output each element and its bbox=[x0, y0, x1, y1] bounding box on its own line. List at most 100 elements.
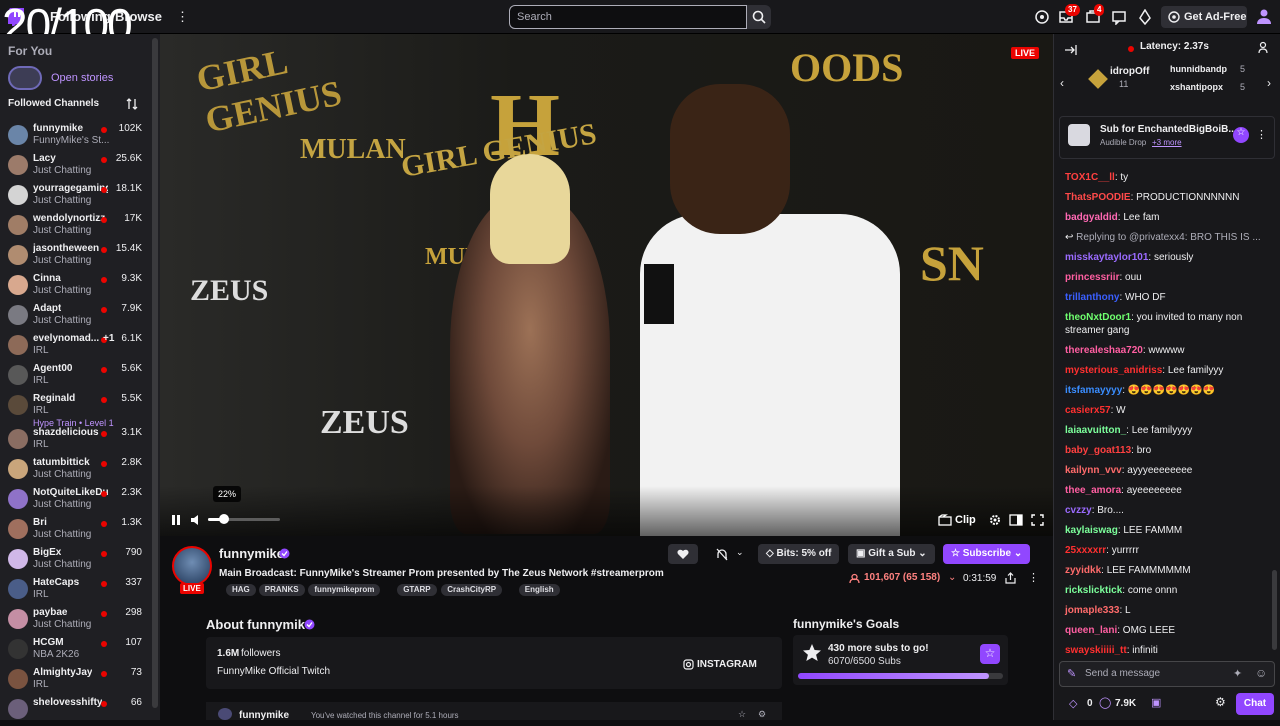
sidebar-channel-funnymike[interactable]: funnymike FunnyMike's St... 102K bbox=[8, 122, 154, 152]
clip-icon[interactable] bbox=[938, 514, 952, 526]
theatre-mode-icon[interactable] bbox=[1009, 514, 1023, 526]
sidebar-channel-paybae[interactable]: paybae Just Chatting 298 bbox=[8, 606, 154, 636]
volume-knob[interactable] bbox=[218, 514, 229, 524]
sidebar-channel-wendolynortizz[interactable]: wendolynortizz Just Chatting 17K bbox=[8, 212, 154, 242]
pause-icon[interactable] bbox=[170, 513, 182, 527]
subscribe-button[interactable]: ☆ Subscribe ⌄ bbox=[943, 544, 1031, 564]
sidebar-channel-tatumbittick[interactable]: tatumbittick Just Chatting 2.8K bbox=[8, 456, 154, 486]
chevron-left-icon[interactable]: ‹ bbox=[1060, 76, 1064, 90]
chat-username[interactable]: thee_amora bbox=[1065, 485, 1121, 496]
volume-icon[interactable] bbox=[190, 513, 204, 527]
sidebar-channel-cinna[interactable]: Cinna Just Chatting 9.3K bbox=[8, 272, 154, 302]
follow-button[interactable] bbox=[668, 544, 698, 564]
bits-button[interactable]: ◇ Bits: 5% off bbox=[758, 544, 840, 564]
chat-username[interactable]: TOX1C__ll bbox=[1065, 172, 1115, 183]
chat-username[interactable]: queen_lani bbox=[1065, 625, 1117, 636]
emote-icon[interactable]: ☺ bbox=[1255, 666, 1267, 680]
chat-username[interactable]: rickslicktick bbox=[1065, 585, 1122, 596]
settings-gear-icon[interactable] bbox=[988, 513, 1002, 527]
tag-gtarp[interactable]: GTARP bbox=[397, 584, 437, 596]
goal-subscribe-icon[interactable]: ☆ bbox=[980, 644, 1000, 664]
chat-username[interactable]: mysterious_anidriss bbox=[1065, 365, 1162, 376]
user-avatar-icon[interactable] bbox=[1256, 8, 1272, 24]
collapse-chat-icon[interactable] bbox=[1064, 44, 1077, 56]
star-icon[interactable]: ☆ bbox=[1233, 127, 1249, 143]
chat-username[interactable]: kaylaiswag bbox=[1065, 525, 1118, 536]
chat-input[interactable]: Send a message bbox=[1059, 661, 1275, 687]
more-options-icon[interactable]: ⋮ bbox=[1028, 571, 1039, 584]
channel-name[interactable]: funnymike bbox=[219, 546, 284, 561]
chat-username[interactable]: kailynn_vvv bbox=[1065, 465, 1122, 476]
stories-avatars[interactable] bbox=[8, 66, 42, 90]
star-icon[interactable]: ☆ bbox=[738, 709, 746, 720]
more-menu-icon[interactable]: ⋮ bbox=[176, 9, 189, 25]
chat-username[interactable]: theoNxtDoor1 bbox=[1065, 312, 1131, 323]
chat-scrollbar[interactable] bbox=[1272, 570, 1277, 650]
chat-username[interactable]: princessriir bbox=[1065, 272, 1119, 283]
notifications-toggle[interactable]: ⌄ bbox=[706, 544, 751, 564]
chat-settings-icon[interactable]: ⚙ bbox=[1215, 695, 1226, 709]
chat-username[interactable]: misskaytaylor101 bbox=[1065, 252, 1148, 263]
chat-username[interactable]: cvzzy bbox=[1065, 505, 1092, 516]
sidebar-channel-hcgm[interactable]: HCGM NBA 2K26 107 bbox=[8, 636, 154, 666]
bits-icon[interactable] bbox=[1137, 9, 1153, 25]
search-button[interactable] bbox=[747, 5, 771, 29]
sidebar-channel-reginald[interactable]: Reginald IRL 5.5K Hype Train • Level 1 bbox=[8, 392, 154, 428]
chat-username[interactable]: laiaavuitton_ bbox=[1065, 425, 1126, 436]
sidebar-channel-shazdelicious[interactable]: shazdelicious IRL 3.1K bbox=[8, 426, 154, 456]
chat-username[interactable]: trillanthony bbox=[1065, 292, 1119, 303]
chat-username[interactable]: baby_goat113 bbox=[1065, 445, 1131, 456]
open-stories-link[interactable]: Open stories bbox=[51, 72, 113, 84]
prime-icon[interactable] bbox=[1034, 9, 1050, 25]
chevron-down-icon[interactable]: ⌄ bbox=[948, 572, 956, 583]
sub-gift-more-link[interactable]: +3 more bbox=[1152, 138, 1182, 147]
chat-username[interactable]: swayskiiiii_tt bbox=[1065, 645, 1127, 656]
sidebar-channel-almightyjay[interactable]: AlmightyJay IRL 73 bbox=[8, 666, 154, 696]
clip-button[interactable]: Clip bbox=[955, 514, 976, 532]
sidebar-channel-notquitelikedub[interactable]: NotQuiteLikeDuB Just Chatting 2.3K bbox=[8, 486, 154, 516]
share-icon[interactable] bbox=[1005, 572, 1016, 584]
sidebar-channel-hatecaps[interactable]: HateCaps IRL 337 bbox=[8, 576, 154, 606]
get-ad-free-button[interactable]: Get Ad-Free bbox=[1161, 6, 1247, 28]
chat-username[interactable]: badgyaldid bbox=[1065, 212, 1118, 223]
video-player[interactable]: GIRLGENIUS MULAN H MULAN ZEUS ZEUS GIRL … bbox=[160, 34, 1053, 536]
sidebar-channel-agent00[interactable]: Agent00 IRL 5.6K bbox=[8, 362, 154, 392]
gear-icon[interactable]: ⚙ bbox=[758, 709, 766, 720]
sidebar-channel-adapt[interactable]: Adapt Just Chatting 7.9K bbox=[8, 302, 154, 332]
bits-cheer-icon[interactable]: ✎ bbox=[1067, 667, 1076, 680]
tag-english[interactable]: English bbox=[518, 584, 560, 596]
gift-icon[interactable]: ▣ bbox=[1151, 696, 1161, 709]
chat-username[interactable]: ThatsPOODIE bbox=[1065, 192, 1131, 203]
whispers-icon[interactable] bbox=[1111, 9, 1127, 25]
chat-username[interactable]: zyyidkk bbox=[1065, 565, 1101, 576]
search-input[interactable]: Search bbox=[509, 5, 747, 29]
watch-streak-panel bbox=[206, 702, 782, 720]
channel-points-balance[interactable]: 7.9K bbox=[1115, 698, 1136, 709]
community-icon[interactable] bbox=[1258, 41, 1271, 54]
sidebar-channel-yourragegaming[interactable]: yourragegaming Just Chatting 18.1K bbox=[8, 182, 154, 212]
chat-username[interactable]: 25xxxxrr bbox=[1065, 545, 1106, 556]
chat-send-button[interactable]: Chat bbox=[1236, 693, 1274, 715]
chat-username[interactable]: jomaple333 bbox=[1065, 605, 1119, 616]
more-options-icon[interactable]: ⋮ bbox=[1256, 128, 1267, 141]
tag-funnymikeprom[interactable]: funnymikeprom bbox=[308, 584, 381, 596]
sidebar-channel-lacy[interactable]: Lacy Just Chatting 25.6K bbox=[8, 152, 154, 182]
chevron-right-icon[interactable]: › bbox=[1267, 76, 1271, 90]
sidebar-channel-evelynomad[interactable]: evelynomad... IRL 6.1K +1 bbox=[8, 332, 154, 362]
chat-username[interactable]: itsfamayyyy bbox=[1065, 385, 1122, 396]
tag-pranks[interactable]: PRANKS bbox=[258, 584, 305, 596]
tag-hag[interactable]: HAG bbox=[226, 584, 256, 596]
sidebar-channel-shelovesshifty[interactable]: shelovesshifty 66 bbox=[8, 696, 154, 726]
sidebar-channel-jasontheween[interactable]: jasontheween Just Chatting 15.4K bbox=[8, 242, 154, 272]
tag-crashcityrp[interactable]: CrashCityRP bbox=[441, 584, 503, 596]
chat-username[interactable]: casierx57 bbox=[1065, 405, 1111, 416]
instagram-link[interactable]: INSTAGRAM bbox=[697, 659, 757, 670]
fullscreen-icon[interactable] bbox=[1031, 514, 1044, 526]
sparkle-icon[interactable]: ✦ bbox=[1233, 667, 1242, 680]
sidebar-channel-bri[interactable]: Bri Just Chatting 1.3K bbox=[8, 516, 154, 546]
channel-avatar[interactable] bbox=[172, 546, 212, 586]
sidebar-channel-bigex[interactable]: BigEx Just Chatting 790 bbox=[8, 546, 154, 576]
gift-sub-button[interactable]: ▣ Gift a Sub ⌄ bbox=[848, 544, 935, 564]
sort-icon[interactable] bbox=[126, 98, 138, 110]
chat-username[interactable]: therealeshaa720 bbox=[1065, 345, 1143, 356]
